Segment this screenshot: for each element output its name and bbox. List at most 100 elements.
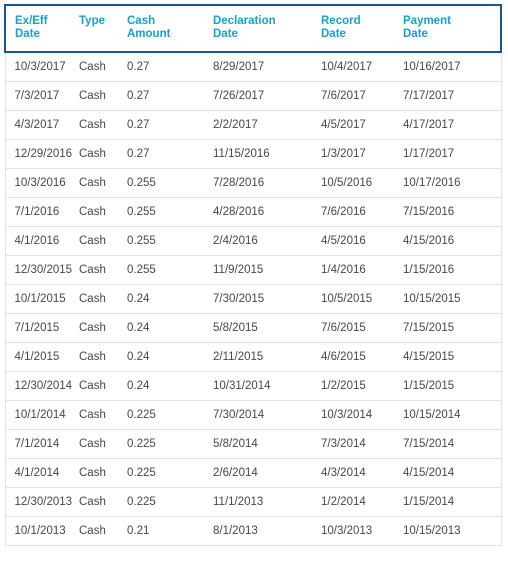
cell-payment-date: 7/15/2016 <box>403 197 502 227</box>
cell-payment-date: 4/17/2017 <box>403 110 502 140</box>
cell-record-date: 4/3/2014 <box>321 458 403 488</box>
cell-type: Cash <box>79 226 127 256</box>
cell-declaration-date: 11/9/2015 <box>213 255 321 285</box>
column-header-type[interactable]: Type <box>79 4 127 53</box>
table-header-row: Ex/Eff Date Type Cash Amount Declaration… <box>4 4 502 53</box>
cell-payment-date: 10/15/2015 <box>403 284 502 314</box>
cell-cash-amount: 0.255 <box>127 255 213 285</box>
cell-declaration-date: 8/29/2017 <box>213 52 321 82</box>
cell-declaration-date: 10/31/2014 <box>213 371 321 401</box>
cell-record-date: 10/5/2016 <box>321 168 403 198</box>
cell-payment-date: 1/15/2014 <box>403 487 502 517</box>
table-body: 10/3/2017 Cash 0.27 8/29/2017 10/4/2017 10/16… <box>4 52 502 546</box>
cell-declaration-date: 5/8/2015 <box>213 313 321 343</box>
cell-declaration-date: 2/11/2015 <box>213 342 321 372</box>
column-header-declaration-date[interactable]: Declaration Date <box>213 4 321 53</box>
cell-record-date: 7/6/2015 <box>321 313 403 343</box>
cell-declaration-date: 7/26/2017 <box>213 81 321 111</box>
column-header-ex-eff-date[interactable]: Ex/Eff Date <box>4 4 79 53</box>
table-row[interactable]: 7/3/2017 Cash 0.27 7/26/2017 7/6/2017 7/17/20… <box>4 81 502 111</box>
cell-payment-date: 10/17/2016 <box>403 168 502 198</box>
cell-record-date: 7/6/2017 <box>321 81 403 111</box>
table-row[interactable]: 7/1/2016 Cash 0.255 4/28/2016 7/6/2016 7/15/2… <box>4 197 502 227</box>
table-row[interactable]: 10/1/2015 Cash 0.24 7/30/2015 10/5/2015 10/15… <box>4 284 502 314</box>
column-header-payment-date[interactable]: Payment Date <box>403 4 502 53</box>
cell-ex-eff-date: 7/1/2015 <box>4 313 79 343</box>
table-row[interactable]: 4/1/2015 Cash 0.24 2/11/2015 4/6/2015 4/15/20… <box>4 342 502 372</box>
table-row[interactable]: 12/30/2013 Cash 0.225 11/1/2013 1/2/2014 1/15… <box>4 487 502 517</box>
cell-record-date: 1/2/2015 <box>321 371 403 401</box>
cell-payment-date: 4/15/2016 <box>403 226 502 256</box>
cell-type: Cash <box>79 429 127 459</box>
table-row[interactable]: 10/3/2017 Cash 0.27 8/29/2017 10/4/2017 10/16… <box>4 52 502 82</box>
table-row[interactable]: 7/1/2014 Cash 0.225 5/8/2014 7/3/2014 7/15/20… <box>4 429 502 459</box>
cell-payment-date: 4/15/2014 <box>403 458 502 488</box>
cell-type: Cash <box>79 313 127 343</box>
cell-declaration-date: 8/1/2013 <box>213 516 321 546</box>
cell-declaration-date: 11/15/2016 <box>213 139 321 169</box>
cell-ex-eff-date: 12/30/2014 <box>4 371 79 401</box>
cell-record-date: 4/5/2017 <box>321 110 403 140</box>
cell-cash-amount: 0.27 <box>127 52 213 82</box>
table-row[interactable]: 4/1/2014 Cash 0.225 2/6/2014 4/3/2014 4/15/20… <box>4 458 502 488</box>
cell-ex-eff-date: 12/30/2013 <box>4 487 79 517</box>
cell-payment-date: 4/15/2015 <box>403 342 502 372</box>
cell-cash-amount: 0.225 <box>127 487 213 517</box>
cell-record-date: 10/5/2015 <box>321 284 403 314</box>
cell-payment-date: 1/15/2015 <box>403 371 502 401</box>
cell-ex-eff-date: 10/1/2013 <box>4 516 79 546</box>
table-header: Ex/Eff Date Type Cash Amount Declaration… <box>4 4 502 53</box>
cell-declaration-date: 5/8/2014 <box>213 429 321 459</box>
column-header-cash-amount[interactable]: Cash Amount <box>127 4 213 53</box>
cell-ex-eff-date: 7/1/2014 <box>4 429 79 459</box>
table-row[interactable]: 4/1/2016 Cash 0.255 2/4/2016 4/5/2016 4/15/20… <box>4 226 502 256</box>
table-row[interactable]: 12/30/2014 Cash 0.24 10/31/2014 1/2/2015 1/15… <box>4 371 502 401</box>
dividend-history-panel: Ex/Eff Date Type Cash Amount Declaration… <box>0 0 508 546</box>
cell-record-date: 7/6/2016 <box>321 197 403 227</box>
cell-ex-eff-date: 12/30/2015 <box>4 255 79 285</box>
cell-payment-date: 7/15/2014 <box>403 429 502 459</box>
cell-ex-eff-date: 10/1/2015 <box>4 284 79 314</box>
cell-cash-amount: 0.27 <box>127 110 213 140</box>
cell-ex-eff-date: 7/1/2016 <box>4 197 79 227</box>
column-header-record-date[interactable]: Record Date <box>321 4 403 53</box>
table-row[interactable]: 12/30/2015 Cash 0.255 11/9/2015 1/4/2016 1/15… <box>4 255 502 285</box>
cell-type: Cash <box>79 139 127 169</box>
cell-record-date: 1/3/2017 <box>321 139 403 169</box>
cell-type: Cash <box>79 516 127 546</box>
table-row[interactable]: 10/3/2016 Cash 0.255 7/28/2016 10/5/2016 10/1… <box>4 168 502 198</box>
cell-cash-amount: 0.24 <box>127 342 213 372</box>
cell-ex-eff-date: 10/3/2016 <box>4 168 79 198</box>
cell-payment-date: 7/15/2015 <box>403 313 502 343</box>
cell-ex-eff-date: 4/1/2015 <box>4 342 79 372</box>
cell-payment-date: 10/16/2017 <box>403 52 502 82</box>
cell-cash-amount: 0.255 <box>127 197 213 227</box>
cell-record-date: 10/3/2014 <box>321 400 403 430</box>
cell-declaration-date: 11/1/2013 <box>213 487 321 517</box>
cell-ex-eff-date: 10/3/2017 <box>4 52 79 82</box>
cell-record-date: 10/4/2017 <box>321 52 403 82</box>
cell-type: Cash <box>79 168 127 198</box>
cell-ex-eff-date: 12/29/2016 <box>4 139 79 169</box>
cell-type: Cash <box>79 487 127 517</box>
cell-type: Cash <box>79 371 127 401</box>
cell-cash-amount: 0.225 <box>127 429 213 459</box>
cell-declaration-date: 2/2/2017 <box>213 110 321 140</box>
cell-type: Cash <box>79 52 127 82</box>
cell-cash-amount: 0.21 <box>127 516 213 546</box>
table-row[interactable]: 10/1/2014 Cash 0.225 7/30/2014 10/3/2014 10/1… <box>4 400 502 430</box>
cell-ex-eff-date: 7/3/2017 <box>4 81 79 111</box>
cell-type: Cash <box>79 197 127 227</box>
cell-type: Cash <box>79 400 127 430</box>
cell-declaration-date: 2/6/2014 <box>213 458 321 488</box>
table-row[interactable]: 10/1/2013 Cash 0.21 8/1/2013 10/3/2013 10/15/… <box>4 516 502 546</box>
cell-payment-date: 10/15/2013 <box>403 516 502 546</box>
cell-type: Cash <box>79 342 127 372</box>
cell-cash-amount: 0.225 <box>127 458 213 488</box>
cell-cash-amount: 0.24 <box>127 313 213 343</box>
cell-payment-date: 7/17/2017 <box>403 81 502 111</box>
table-row[interactable]: 7/1/2015 Cash 0.24 5/8/2015 7/6/2015 7/15/201… <box>4 313 502 343</box>
table-row[interactable]: 4/3/2017 Cash 0.27 2/2/2017 4/5/2017 4/17/201… <box>4 110 502 140</box>
cell-payment-date: 10/15/2014 <box>403 400 502 430</box>
table-row[interactable]: 12/29/2016 Cash 0.27 11/15/2016 1/3/2017 1/17… <box>4 139 502 169</box>
